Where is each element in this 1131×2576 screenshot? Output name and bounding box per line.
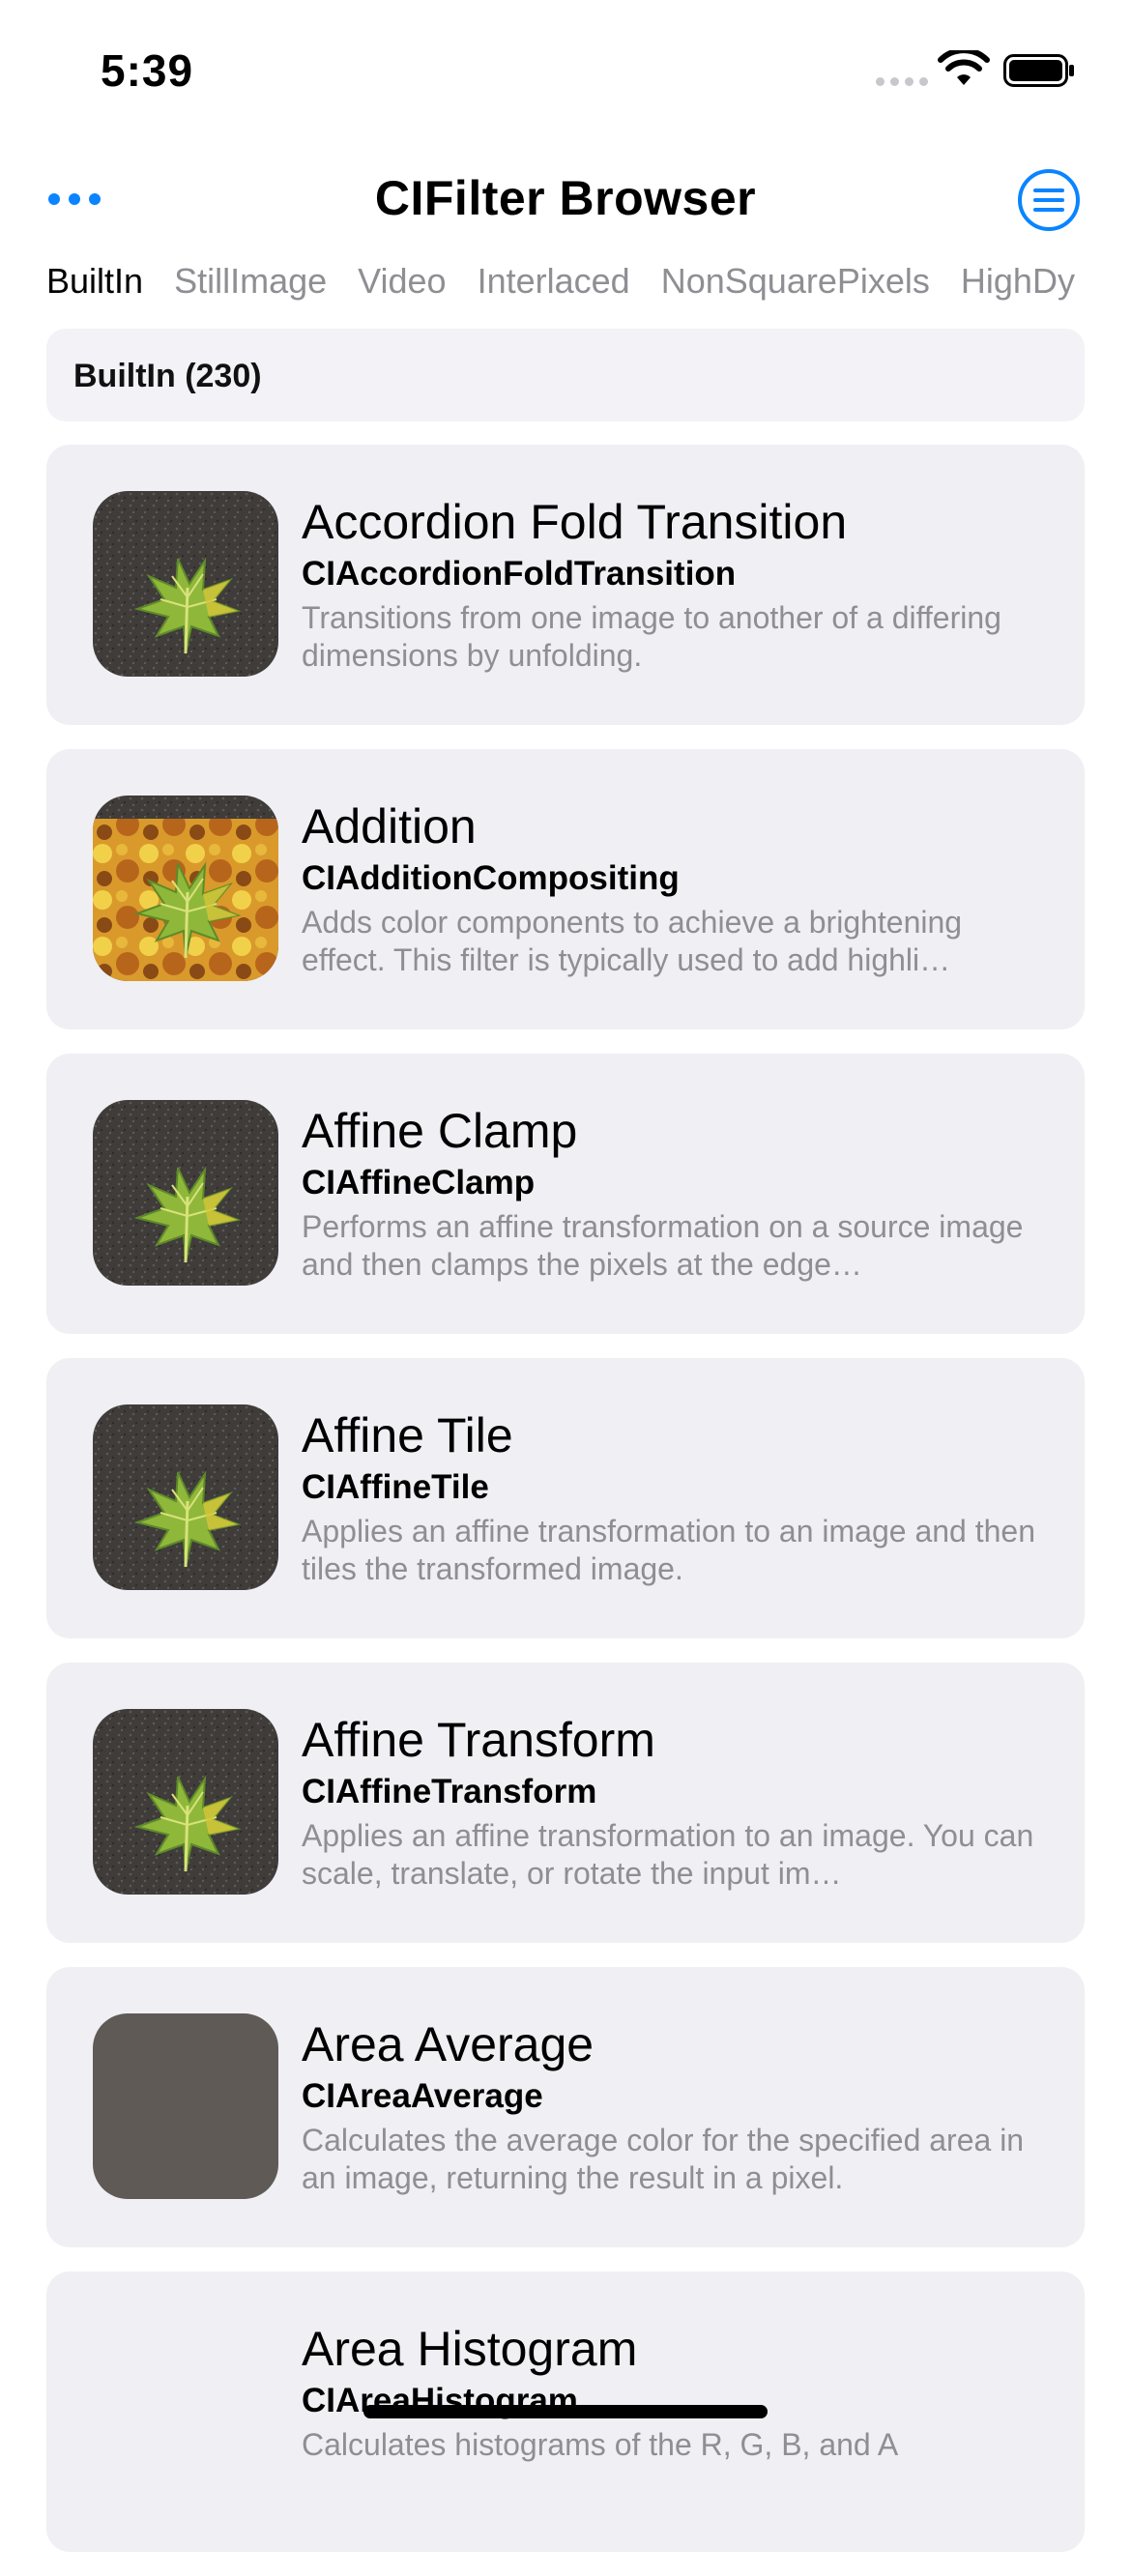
list-item[interactable]: Affine Tile CIAffineTile Applies an affi… [46, 1358, 1085, 1638]
filter-class-name: CIAffineTransform [302, 1773, 597, 1810]
filter-title: Area Average [302, 2017, 594, 2071]
leaf-on-asphalt-icon [93, 491, 278, 677]
tab-interlaced[interactable]: Interlaced [478, 261, 630, 302]
filter-class-name: CIAffineTile [302, 1468, 489, 1506]
filter-class-name: CIAdditionCompositing [302, 859, 680, 897]
leaf-on-asphalt-icon [93, 1100, 278, 1286]
filter-description: Applies an affine transformation to an i… [302, 1818, 1034, 1891]
list-item[interactable]: Accordion Fold Transition CIAccordionFol… [46, 445, 1085, 725]
filter-description: Performs an affine transformation on a s… [302, 1209, 1024, 1282]
tab-highdy[interactable]: HighDy [961, 261, 1075, 302]
filter-title: Accordion Fold Transition [302, 495, 848, 549]
cellular-signal-icon [876, 77, 928, 86]
section-header: BuiltIn (230) [46, 329, 1085, 421]
status-time: 5:39 [101, 45, 194, 96]
filter-description: Applies an affine transformation to an i… [302, 1514, 1036, 1586]
filter-description: Transitions from one image to another of… [302, 600, 1001, 673]
filter-title: Affine Transform [302, 1713, 655, 1767]
filter-description: Adds color components to achieve a brigh… [302, 905, 963, 977]
category-tabs: BuiltIn StillImage Video Interlaced NonS… [46, 261, 1131, 302]
tab-video[interactable]: Video [358, 261, 446, 302]
filter-description: Calculates the average color for the spe… [302, 2123, 1025, 2195]
filter-description: Calculates histograms of the R, G, B, an… [302, 2427, 899, 2462]
filter-class-name: CIAccordionFoldTransition [302, 555, 737, 593]
leaf-on-asphalt-icon [93, 1709, 278, 1895]
solid-average-color-icon [93, 2013, 278, 2199]
tab-builtin[interactable]: BuiltIn [46, 261, 143, 302]
filter-title: Addition [302, 799, 477, 854]
leaf-on-autumn-leaves-icon [93, 796, 278, 981]
filter-title: Affine Clamp [302, 1104, 578, 1158]
page-title: CIFilter Browser [374, 171, 757, 225]
filter-class-name: CIAreaAverage [302, 2077, 543, 2115]
list-menu-button[interactable] [1017, 168, 1081, 232]
list-item[interactable]: Affine Clamp CIAffineClamp Performs an a… [46, 1054, 1085, 1334]
wifi-icon [938, 50, 990, 85]
leaf-on-asphalt-icon [93, 1404, 278, 1590]
tab-nonsquarepixels[interactable]: NonSquarePixels [661, 261, 930, 302]
list-item[interactable]: Addition CIAdditionCompositing Adds colo… [46, 749, 1085, 1029]
list-item[interactable]: Area Average CIAreaAverage Calculates th… [46, 1967, 1085, 2247]
filter-list: Accordion Fold Transition CIAccordionFol… [46, 445, 1085, 2576]
list-item[interactable]: Affine Transform CIAffineTransform Appli… [46, 1663, 1085, 1943]
home-indicator[interactable] [363, 2405, 768, 2418]
filter-title: Area Histogram [302, 2322, 638, 2376]
filter-title: Affine Tile [302, 1408, 513, 1462]
filter-class-name: CIAffineClamp [302, 1164, 536, 1201]
battery-icon [1003, 54, 1074, 87]
tab-stillimage[interactable]: StillImage [174, 261, 327, 302]
